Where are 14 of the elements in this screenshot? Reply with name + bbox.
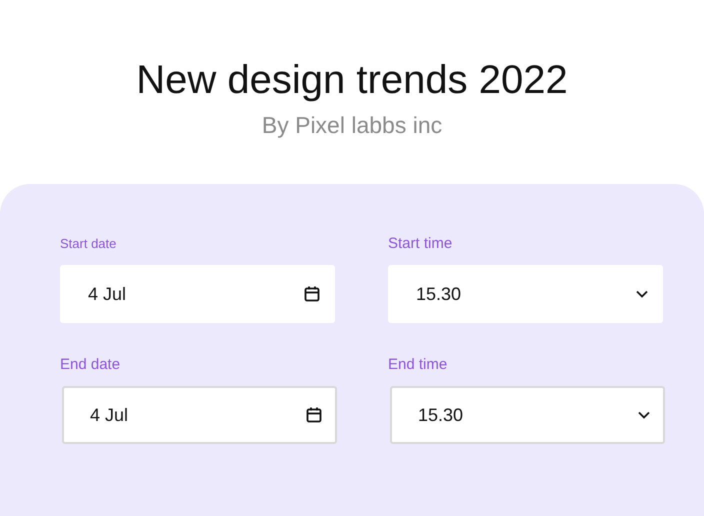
page-subtitle: By Pixel labbs inc	[262, 111, 442, 140]
page-title: New design trends 2022	[136, 57, 568, 104]
chevron-down-icon	[635, 289, 649, 299]
chevron-down-icon	[637, 410, 651, 420]
time-dropdown[interactable]: 15.30	[388, 265, 663, 323]
field-label: Start time	[388, 234, 452, 254]
calendar-icon	[303, 285, 321, 303]
calendar-icon	[305, 406, 323, 424]
field-label: End date	[60, 355, 120, 375]
time-dropdown[interactable]: 15.30	[390, 386, 665, 444]
date-field[interactable]: 4 Jul	[62, 386, 337, 444]
date-field[interactable]: 4 Jul	[60, 265, 335, 323]
field-label: End time	[388, 355, 448, 375]
field-label: Start date	[60, 235, 116, 253]
